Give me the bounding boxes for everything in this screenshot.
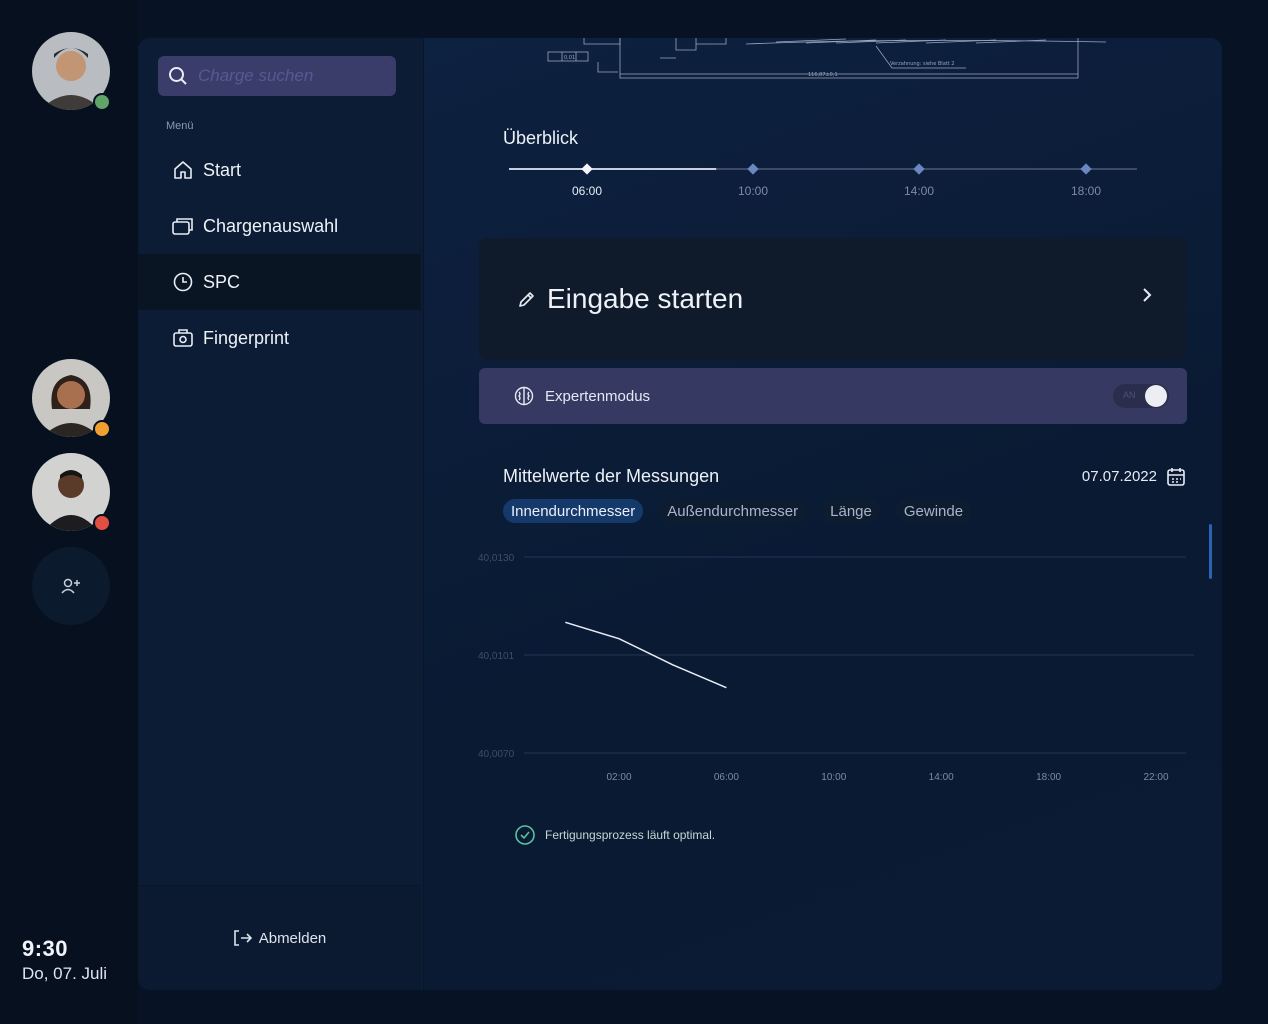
- sidebar-item-start[interactable]: Start: [138, 142, 421, 198]
- tab-gewinde[interactable]: Gewinde: [895, 499, 972, 523]
- status-away-badge: [93, 420, 111, 438]
- expert-mode-label: Expertenmodus: [545, 387, 651, 405]
- expert-mode-toggle[interactable]: AN: [1113, 384, 1169, 408]
- sidebar-item-spc[interactable]: SPC: [138, 254, 421, 310]
- drawing-measure-label: 116,87±0,1: [808, 72, 838, 78]
- y-tick-label: 40,0070: [478, 749, 515, 760]
- expert-mode-row: Expertenmodus AN: [479, 368, 1187, 424]
- timeline-marker[interactable]: [747, 163, 759, 175]
- technical-drawing: 0,01 116,87±0,1 Verzahnung: siehe Blatt …: [547, 38, 1107, 79]
- start-input-card[interactable]: Eingabe starten: [479, 238, 1187, 360]
- date-picker[interactable]: 07.07.2022: [1082, 466, 1186, 487]
- toggle-knob: [1145, 385, 1167, 407]
- tab-aussendurchmesser[interactable]: Außendurchmesser: [659, 499, 807, 523]
- clock: 9:30 Do, 07. Juli: [22, 936, 107, 984]
- x-tick-label: 18:00: [1036, 772, 1061, 783]
- toggle-state-text: AN: [1123, 390, 1136, 400]
- sidebar-item-fingerprint[interactable]: Fingerprint: [138, 310, 421, 366]
- sidebar-item-chargenauswahl[interactable]: Chargenauswahl: [138, 198, 421, 254]
- chevron-right-icon: [1143, 288, 1152, 302]
- logout-icon: [233, 930, 252, 946]
- main-content: 0,01 116,87±0,1 Verzahnung: siehe Blatt …: [424, 38, 1222, 990]
- logout-label: Abmelden: [258, 929, 327, 947]
- tab-laenge[interactable]: Länge: [822, 499, 880, 523]
- date-picker-value: 07.07.2022: [1081, 468, 1157, 485]
- status-online-badge: [93, 93, 111, 111]
- status-busy-badge: [93, 514, 111, 532]
- measurements-title: Mittelwerte der Messungen: [503, 466, 720, 486]
- measurement-tabs: Innendurchmesser Außendurchmesser Länge …: [503, 499, 972, 523]
- logout-button[interactable]: Abmelden: [138, 885, 421, 990]
- sidebar-item-label: SPC: [203, 271, 241, 292]
- search-input[interactable]: [196, 65, 390, 87]
- scrollbar[interactable]: [1209, 524, 1212, 579]
- timeline-time-label: 14:00: [903, 184, 935, 198]
- user-rail: 9:30 Do, 07. Juli: [0, 0, 138, 1024]
- x-tick-label: 22:00: [1143, 772, 1168, 783]
- search-box[interactable]: [158, 56, 396, 96]
- drawing-frame-label: 0,01: [564, 55, 575, 61]
- sidebar-item-label: Fingerprint: [203, 327, 290, 348]
- timeline-time-label: 10:00: [737, 184, 769, 198]
- overview-title: Überblick: [503, 128, 579, 148]
- avatar-user-1[interactable]: [32, 32, 111, 111]
- drawing-note: Verzahnung: siehe Blatt 2: [890, 61, 954, 67]
- x-tick-label: 10:00: [821, 772, 846, 783]
- timeline-marker[interactable]: [1080, 163, 1092, 175]
- avatar-user-3[interactable]: [32, 453, 111, 532]
- batch-icon: [171, 214, 195, 238]
- app-panel: Menü Start Chargenauswahl: [138, 38, 1222, 990]
- timeline-time-label: 06:00: [571, 184, 603, 198]
- search-icon: [169, 67, 187, 85]
- y-tick-label: 40,0130: [478, 553, 515, 564]
- overview-timeline[interactable]: 06:00 10:00 14:00 18:00: [509, 158, 1139, 208]
- x-tick-label: 06:00: [714, 772, 739, 783]
- timeline-time-label: 18:00: [1070, 184, 1102, 198]
- avatar-user-2[interactable]: [32, 359, 111, 438]
- add-user-button[interactable]: [32, 547, 110, 625]
- sidebar: Menü Start Chargenauswahl: [138, 38, 424, 990]
- clock-date: Do, 07. Juli: [22, 964, 108, 983]
- clock-time: 9:30: [22, 936, 69, 961]
- camera-icon: [171, 326, 195, 350]
- tab-innendurchmesser[interactable]: Innendurchmesser: [503, 499, 644, 523]
- start-input-label: Eingabe starten: [547, 283, 744, 314]
- measurement-chart: 40,0130 40,0101 40,0070 02:00 06:00 10:00 14:0…: [478, 553, 1194, 783]
- x-tick-label: 14:00: [929, 772, 954, 783]
- sidebar-item-label: Chargenauswahl: [203, 215, 339, 236]
- calendar-icon: [1167, 468, 1185, 486]
- add-user-icon: [61, 578, 80, 594]
- x-tick-label: 02:00: [606, 772, 631, 783]
- y-tick-label: 40,0101: [478, 651, 515, 662]
- menu-label: Menü: [166, 120, 194, 132]
- timeline-marker[interactable]: [913, 163, 925, 175]
- home-icon: [171, 158, 195, 182]
- pencil-icon: [519, 292, 534, 307]
- brain-icon: [514, 386, 534, 406]
- clock-icon: [171, 270, 195, 294]
- timeline-marker-active[interactable]: [581, 163, 593, 175]
- status-message: Fertigungsprozess läuft optimal.: [514, 824, 715, 846]
- sidebar-item-label: Start: [203, 159, 242, 180]
- status-label: Fertigungsprozess läuft optimal.: [545, 828, 716, 842]
- check-circle-icon: [515, 825, 535, 845]
